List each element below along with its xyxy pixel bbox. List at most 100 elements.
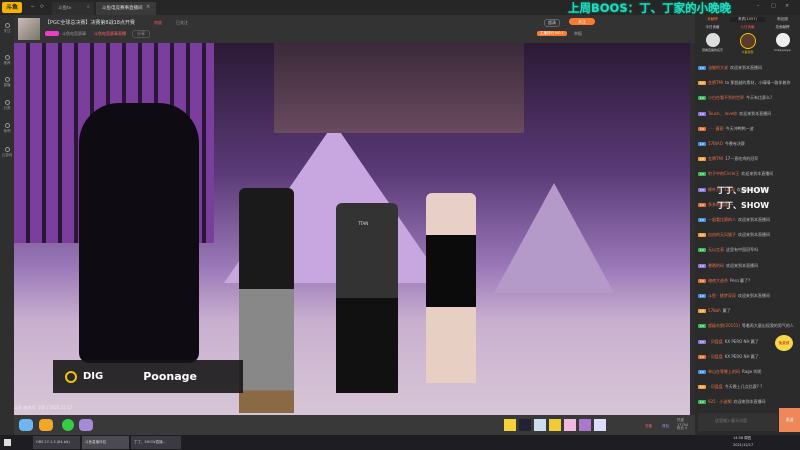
chat-username[interactable]: Touch、 love你 <box>708 111 737 116</box>
chat-message: Lv - 问盘盘 今天晚上几点比赛? ? <box>698 384 794 390</box>
activity-icon[interactable] <box>19 419 33 431</box>
sidebar-label: 直播 <box>3 83 11 87</box>
chat-username[interactable]: 578ah <box>708 308 721 313</box>
chat-username[interactable]: 金牌TMI <box>708 156 723 161</box>
sidebar-item-fishbar[interactable]: 鱼吧 <box>1 123 13 134</box>
chat-tabs: 贡献榜 贵宾(1057) 粉丝团 <box>695 17 800 22</box>
tab-fans[interactable]: 粉丝团 <box>765 17 800 22</box>
chat-message: Lv 斗鱼 · 桃梦深深 欢迎来到本直播间 <box>698 293 794 299</box>
share-button[interactable]: 分享 <box>132 30 150 38</box>
chat-text: 欢迎来到本直播间 <box>739 110 772 116</box>
quality-select[interactable]: 超清 <box>544 19 560 27</box>
top-user[interactable]: mikeyesyw <box>765 33 800 55</box>
chat-username[interactable]: - 问盘盘 <box>708 339 723 344</box>
promo-badge[interactable]: 免费领 <box>775 335 793 351</box>
chat-username[interactable]: 超级灰狼(20151) <box>708 323 740 328</box>
gift-icon[interactable] <box>594 419 606 431</box>
gift-list <box>504 419 606 431</box>
gift-icon[interactable] <box>549 419 561 431</box>
minimize-icon[interactable]: – <box>757 3 760 9</box>
chat-username[interactable]: 金牌TMI <box>708 80 723 85</box>
sidebar-item-cloud-game[interactable]: 云游戏 <box>1 147 13 158</box>
back-icon[interactable]: ← <box>31 4 35 10</box>
chat-username[interactable]: 925 · 小迷糊 <box>708 399 731 404</box>
chat-username[interactable]: 自由的无风猫子 <box>708 232 736 237</box>
caption-team: DIG <box>83 371 104 382</box>
redpacket-icon[interactable] <box>62 419 74 431</box>
backpack-button[interactable]: 背包 <box>662 424 669 429</box>
top-user[interactable]: 观看直播的名字 <box>695 33 730 55</box>
video-watermark: 斗鱼 房间号: 100 | 2021.12.17 <box>14 405 73 410</box>
chat-username[interactable]: 57BIAO <box>708 141 723 146</box>
chat-username[interactable]: 豹子中的Circle王 <box>708 171 739 176</box>
category-link[interactable]: 斗鱼电竞赛事直播 <box>94 31 126 37</box>
chat-username[interactable]: 斗鱼 · 桃梦深深 <box>708 293 736 298</box>
chat-text: 这里有中国冠军吗 <box>726 247 759 253</box>
cloud-game-icon <box>4 147 10 152</box>
clock-date[interactable]: 2021/12/17 <box>733 443 753 447</box>
user-level-badge: Lv <box>698 294 707 298</box>
gift-icon[interactable] <box>579 419 591 431</box>
chat-username[interactable]: 无以言表 <box>708 247 724 252</box>
user-level-badge: Lv <box>698 126 707 131</box>
chat-username[interactable]: - 问盘盘 <box>708 384 723 389</box>
close-icon[interactable]: × <box>785 3 789 9</box>
tab-vip[interactable]: 贵宾(1057) <box>730 17 765 22</box>
taskbar-app-browser[interactable]: 丁丁、SHOW直播... <box>131 436 181 449</box>
chat-username[interactable]: 油腻的大叔 <box>708 65 728 70</box>
gift-icon[interactable] <box>564 419 576 431</box>
chat-username[interactable]: 单山在等晚上的码 <box>708 369 740 374</box>
chat-username[interactable]: 小白在看不到的世界 <box>708 95 744 100</box>
top-user-name: mikeyesyw <box>774 48 791 52</box>
sidebar-item-follow[interactable]: 关注 <box>1 23 13 34</box>
followers: 已关注 <box>176 20 188 25</box>
follow-button[interactable]: 关注 <box>569 18 595 25</box>
search-icon[interactable]: ⌕ <box>87 4 90 10</box>
tiktok-show-banner: 丁丁、SHOW <box>717 186 770 195</box>
top-user[interactable]: 斗鱼玩家 <box>730 33 765 55</box>
task-icon[interactable] <box>39 419 53 431</box>
refresh-icon[interactable]: ⟳ <box>40 4 44 10</box>
rank-total[interactable]: 总贡献榜 <box>765 25 800 30</box>
chat-username[interactable]: - 问盘盘 <box>708 354 723 359</box>
anchor-avatar[interactable] <box>18 18 40 40</box>
recharge-button[interactable]: 充值 <box>645 424 652 429</box>
gift-icon[interactable] <box>519 419 531 431</box>
clock-time[interactable]: 14:58 周四 <box>733 436 751 441</box>
report-button[interactable]: 举报 <box>574 31 582 37</box>
anchor-name[interactable]: 斗鱼电竞赛事 <box>62 31 86 37</box>
send-button[interactable]: 发送 <box>779 408 800 432</box>
taskbar-app-douyu[interactable]: 斗鱼直播伴侣 <box>82 436 129 449</box>
rank-today[interactable]: 今日贡献 <box>695 25 730 30</box>
user-level-badge: Lv <box>698 263 707 268</box>
rank-week[interactable]: 七日贡献 <box>730 25 765 30</box>
chat-username[interactable]: 暗夜大逃杀 <box>708 278 728 283</box>
taskbar-app-obs[interactable]: OBS 27.1.3 (64-bit) <box>33 436 80 449</box>
sidebar-item-recommend[interactable]: 推荐 <box>1 55 13 66</box>
recommend-icon <box>4 55 10 60</box>
chat-message: Lv 油腻的大叔 欢迎来到本直播间 <box>698 65 794 71</box>
user-level-badge: Lv <box>698 81 707 86</box>
sidebar-item-category[interactable]: 分类 <box>1 100 13 111</box>
tab-contribution[interactable]: 贡献榜 <box>695 17 730 22</box>
anchor-entry-icon[interactable] <box>79 419 93 431</box>
close-tab-icon[interactable]: × <box>146 4 150 10</box>
chat-input[interactable]: 这里输入聊天内容 <box>698 413 778 431</box>
video-player[interactable]: TTAN DIG Poonage 斗鱼 房间号: 100 | 2021.12.1… <box>14 43 690 415</box>
maximize-icon[interactable]: □ <box>771 3 776 9</box>
chat-username[interactable]: · · · 暮丽 <box>708 126 724 131</box>
chat-username[interactable]: 一起看比赛的人 <box>708 217 736 222</box>
chat-text: to 那超越的素材，小晴晴一路伴着你 <box>725 80 791 86</box>
chat-username[interactable]: 暴晒的码 <box>708 263 724 268</box>
rank-badge[interactable]: 主播排行 NO.1 <box>537 31 567 36</box>
chat-message: Lv 自由的无风猫子 欢迎来到本直播间 <box>698 232 794 238</box>
user-level-badge: Lv <box>698 172 707 177</box>
user-level-badge: Lv <box>698 309 707 314</box>
app-logo[interactable]: 斗鱼 <box>2 2 22 13</box>
gift-icon[interactable] <box>534 419 546 431</box>
gift-icon[interactable] <box>504 419 516 431</box>
rank-tabs: 今日贡献 七日贡献 总贡献榜 <box>695 25 800 30</box>
chat-message: Lv 暗夜大逃杀 Pero 赢了? <box>698 278 794 284</box>
start-icon[interactable] <box>4 439 11 446</box>
sidebar-item-live[interactable]: 直播 <box>1 77 13 88</box>
